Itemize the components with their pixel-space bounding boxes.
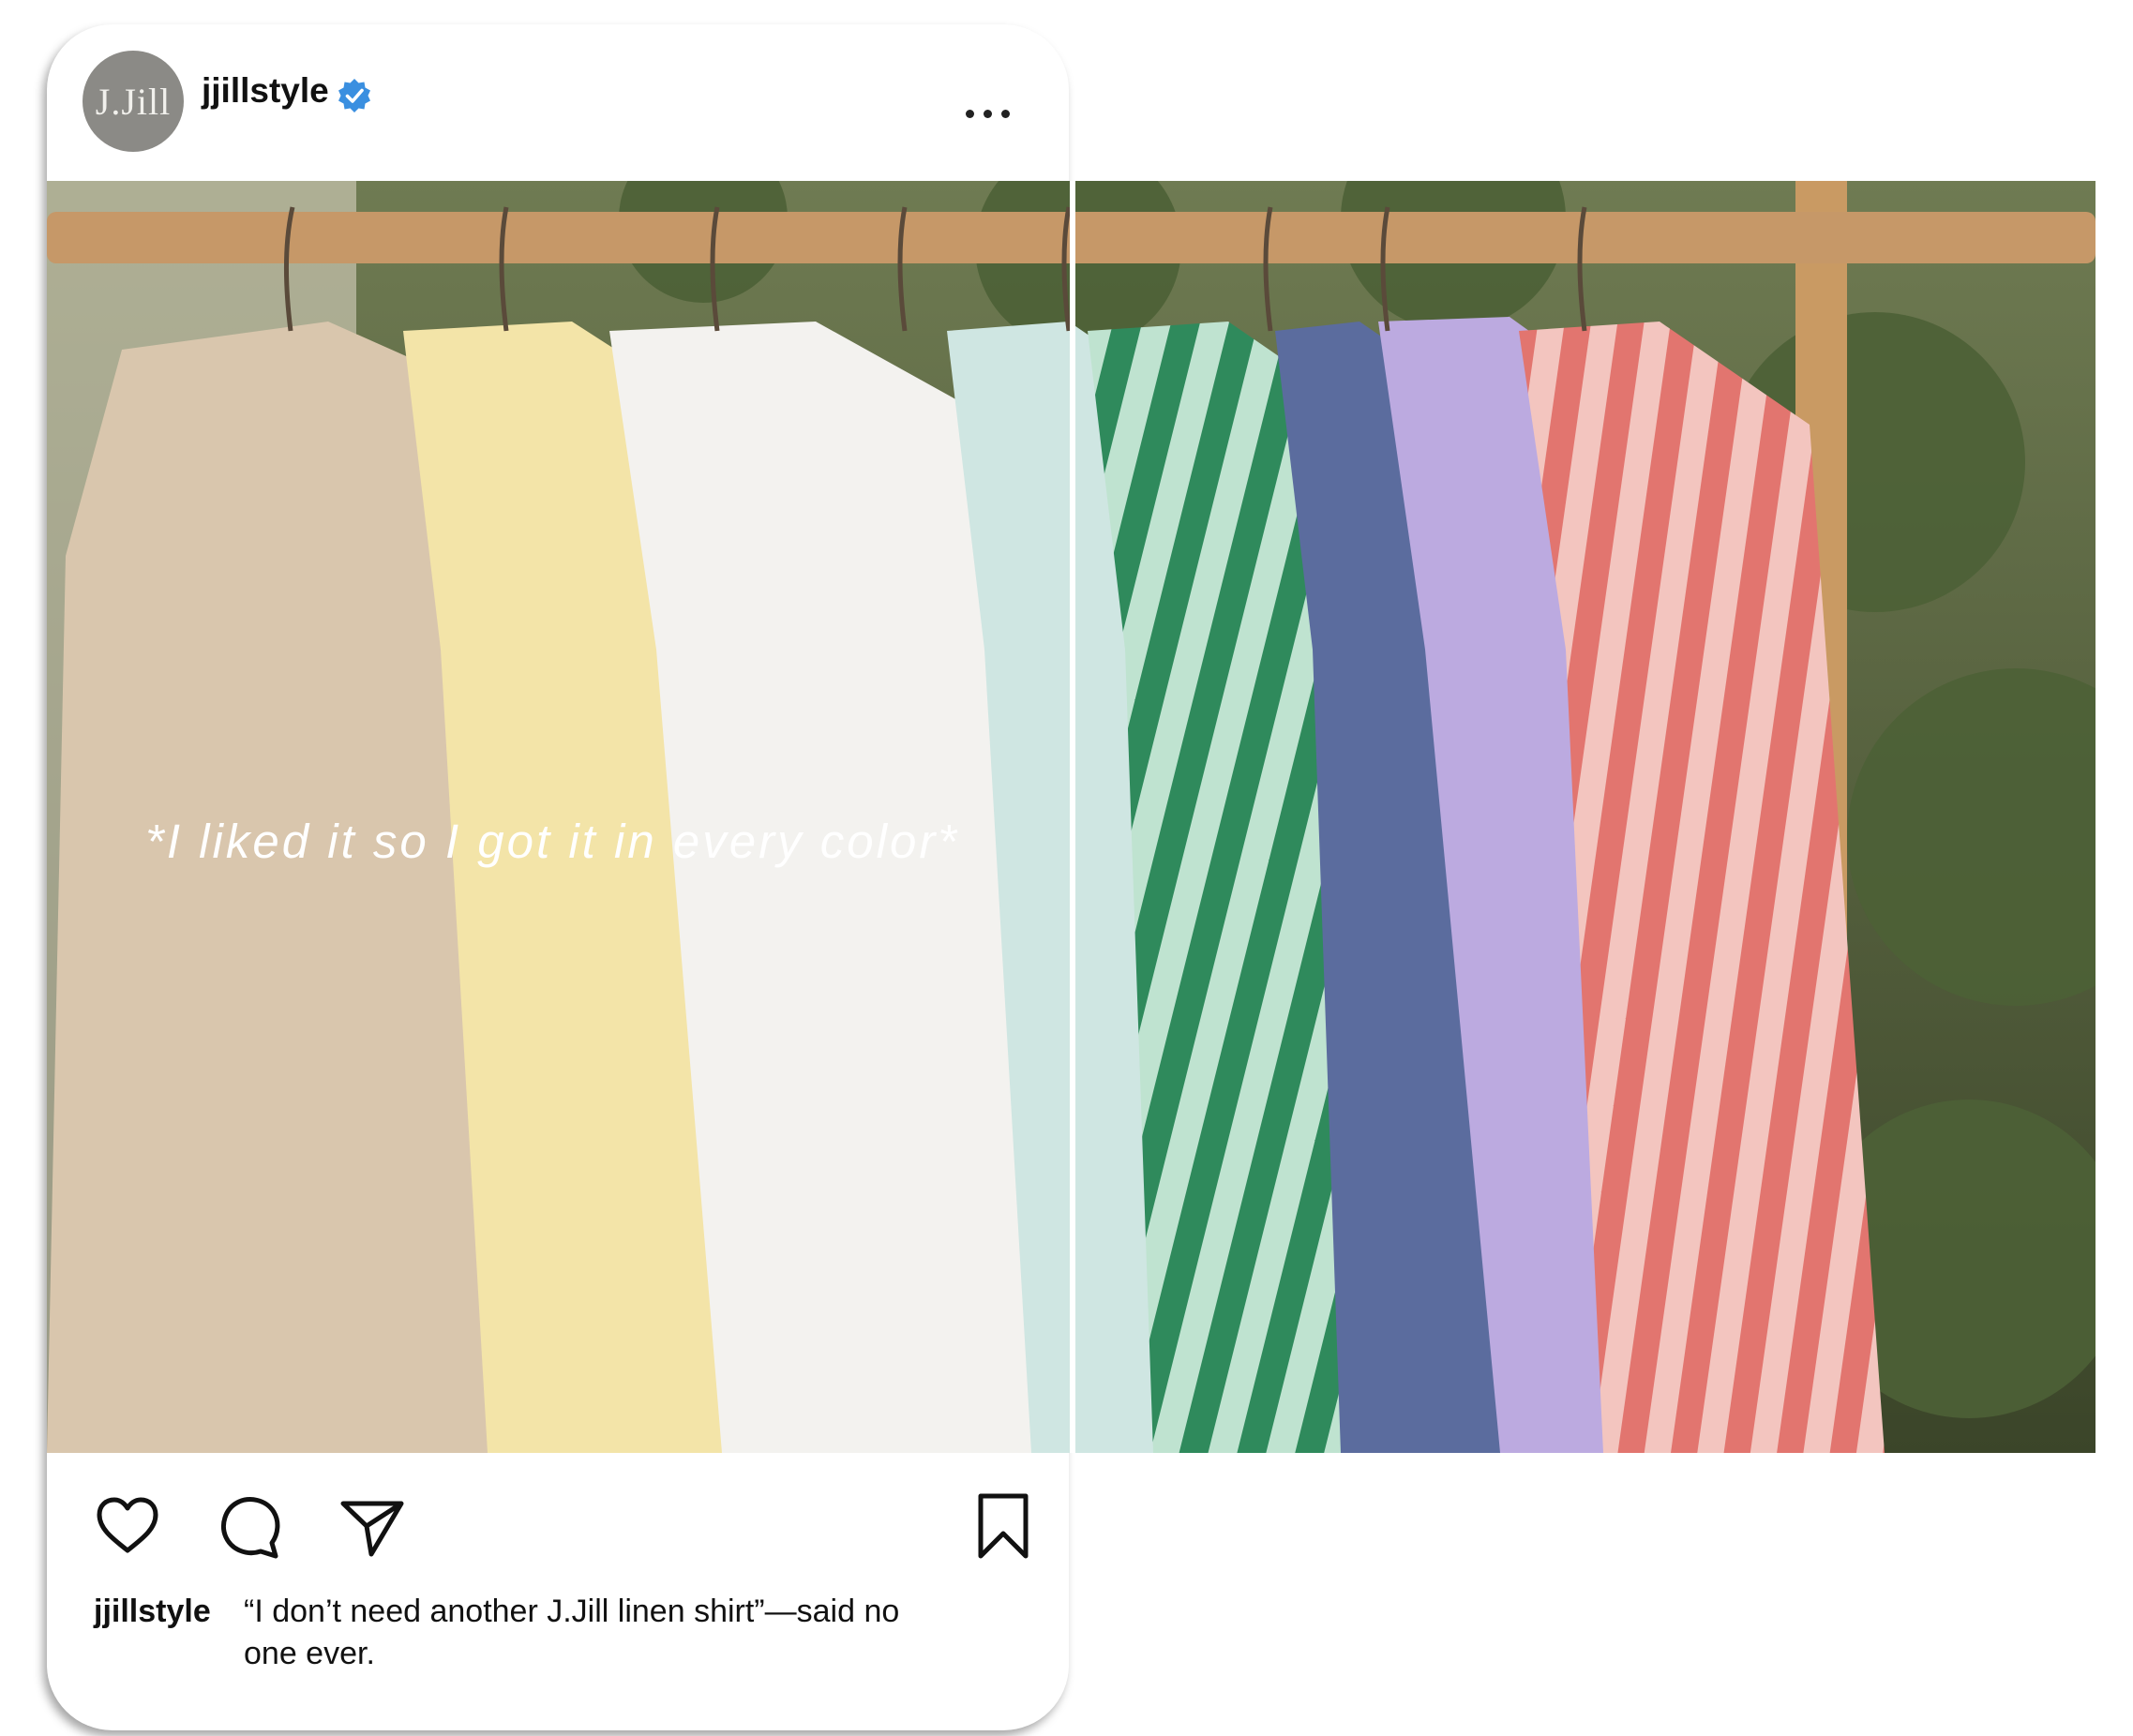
image-divider <box>1070 181 1075 1453</box>
avatar[interactable]: J.Jill <box>83 51 184 152</box>
image-overlay-text: *I liked it so I got it in every color* <box>145 815 960 868</box>
more-options-icon[interactable] <box>966 104 1011 123</box>
post-actions <box>47 1490 1069 1565</box>
caption-username[interactable]: jjillstyle <box>94 1591 211 1633</box>
avatar-logo-text: J.Jill <box>95 80 172 123</box>
comment-icon[interactable] <box>214 1490 285 1562</box>
post-header: J.Jill jjillstyle <box>47 24 1069 182</box>
verified-badge-icon <box>338 79 370 112</box>
heart-icon[interactable] <box>92 1490 163 1562</box>
caption-text: “I don’t need another J.Jill linen shirt… <box>244 1594 900 1671</box>
post-username[interactable]: jjillstyle <box>202 71 329 111</box>
bookmark-icon[interactable] <box>968 1490 1039 1562</box>
send-icon[interactable] <box>336 1490 407 1562</box>
